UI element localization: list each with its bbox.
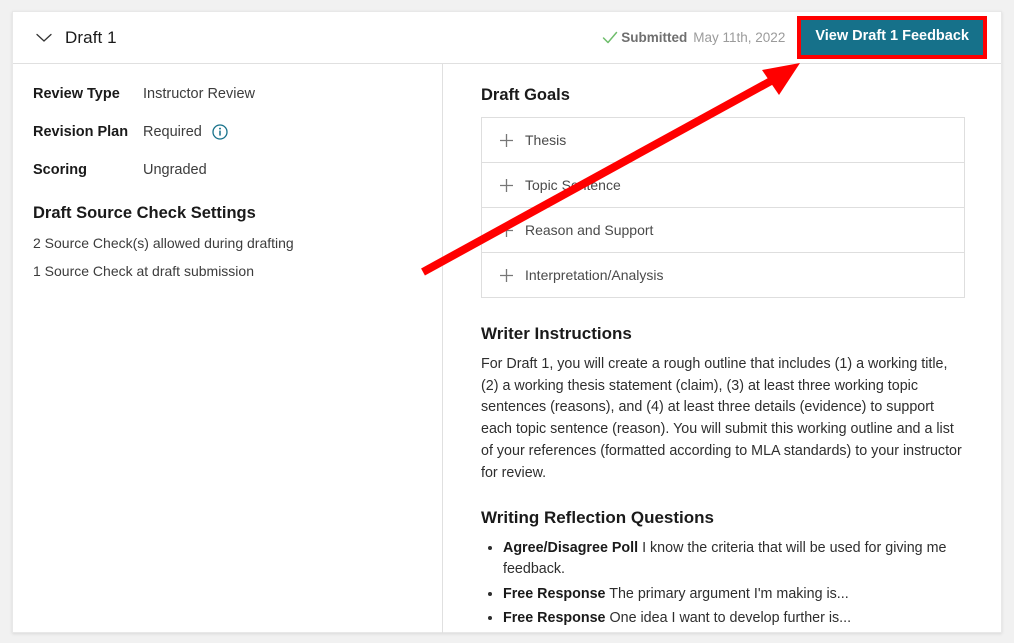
meta-row-scoring: Scoring Ungraded <box>33 162 422 178</box>
page-title: Draft 1 <box>65 27 117 47</box>
green-check-icon <box>602 31 618 45</box>
plus-icon <box>499 268 514 283</box>
plus-glyph <box>500 178 513 192</box>
reflection-questions-list: Agree/Disagree Poll I know the criteria … <box>481 538 967 629</box>
status-label: Submitted <box>621 30 688 45</box>
check-glyph <box>603 31 618 43</box>
info-icon[interactable] <box>212 124 228 140</box>
source-check-line: 1 Source Check at draft submission <box>33 263 254 279</box>
list-item: Free Response One idea I want to develop… <box>503 608 967 629</box>
list-item: Free Response The primary argument I'm m… <box>503 584 967 605</box>
plus-glyph <box>500 223 513 237</box>
question-type: Free Response <box>503 609 606 626</box>
plus-icon <box>499 178 514 193</box>
list-item: Agree/Disagree Poll I know the criteria … <box>503 538 967 580</box>
draft-header: Draft 1 Submitted May 11th, 2022 View Dr… <box>13 12 1001 64</box>
draft-goal-label: Thesis <box>525 132 567 148</box>
status-badge: Submitted May 11th, 2022 <box>602 30 785 45</box>
meta-value: Instructor Review <box>143 86 255 102</box>
source-check-heading: Draft Source Check Settings <box>33 204 256 222</box>
plus-icon <box>499 133 514 148</box>
meta-label: Revision Plan <box>33 124 129 140</box>
draft-content-panel: Draft Goals Thesis Topic Sentence Reason… <box>443 64 1001 633</box>
info-glyph <box>212 124 228 140</box>
draft-goal-item-reason-and-support[interactable]: Reason and Support <box>482 208 964 253</box>
question-type: Agree/Disagree Poll <box>503 540 639 557</box>
plus-glyph <box>500 268 513 282</box>
meta-row-review-type: Review Type Instructor Review <box>33 86 422 102</box>
chevron-down-icon[interactable] <box>31 25 57 51</box>
source-check-line: 2 Source Check(s) allowed during draftin… <box>33 235 294 251</box>
draft-goal-label: Topic Sentence <box>525 177 621 193</box>
writer-instructions-body: For Draft 1, you will create a rough out… <box>481 356 962 481</box>
draft-card: Draft 1 Submitted May 11th, 2022 View Dr… <box>12 11 1002 633</box>
meta-value-text: Required <box>143 124 202 140</box>
meta-value: Ungraded <box>143 162 207 178</box>
meta-label: Scoring <box>33 162 87 178</box>
page-root: Draft 1 Submitted May 11th, 2022 View Dr… <box>0 0 1014 643</box>
reflection-questions-heading: Writing Reflection Questions <box>481 508 714 528</box>
chevron-down-glyph <box>36 33 52 42</box>
draft-goal-item-interpretation-analysis[interactable]: Interpretation/Analysis <box>482 253 964 298</box>
meta-value-text: Instructor Review <box>143 86 256 102</box>
question-text: The primary argument I'm making is... <box>609 585 849 602</box>
draft-goal-item-thesis[interactable]: Thesis <box>482 118 964 163</box>
meta-value-text: Ungraded <box>143 162 207 178</box>
meta-value: Required <box>143 124 228 140</box>
writer-instructions-heading: Writer Instructions <box>481 324 632 343</box>
view-draft-feedback-button[interactable]: View Draft 1 Feedback <box>801 20 983 55</box>
question-type: Free Response <box>503 585 606 602</box>
draft-goal-item-topic-sentence[interactable]: Topic Sentence <box>482 163 964 208</box>
draft-goal-label: Reason and Support <box>525 222 654 238</box>
meta-row-revision-plan: Revision Plan Required <box>33 124 422 140</box>
annotation-highlight-box: View Draft 1 Feedback <box>797 16 987 59</box>
draft-goals-heading: Draft Goals <box>481 86 570 104</box>
draft-body: Review Type Instructor Review Revision P… <box>13 64 1001 633</box>
plus-glyph <box>500 133 513 147</box>
header-actions: Submitted May 11th, 2022 View Draft 1 Fe… <box>602 16 1001 59</box>
question-text: One idea I want to develop further is... <box>609 609 852 626</box>
meta-label: Review Type <box>33 86 120 102</box>
draft-goal-label: Interpretation/Analysis <box>525 267 664 283</box>
status-date: May 11th, 2022 <box>693 30 786 45</box>
plus-icon <box>499 223 514 238</box>
draft-settings-panel: Review Type Instructor Review Revision P… <box>13 64 443 633</box>
draft-goals-list: Thesis Topic Sentence Reason and Support… <box>481 117 965 298</box>
